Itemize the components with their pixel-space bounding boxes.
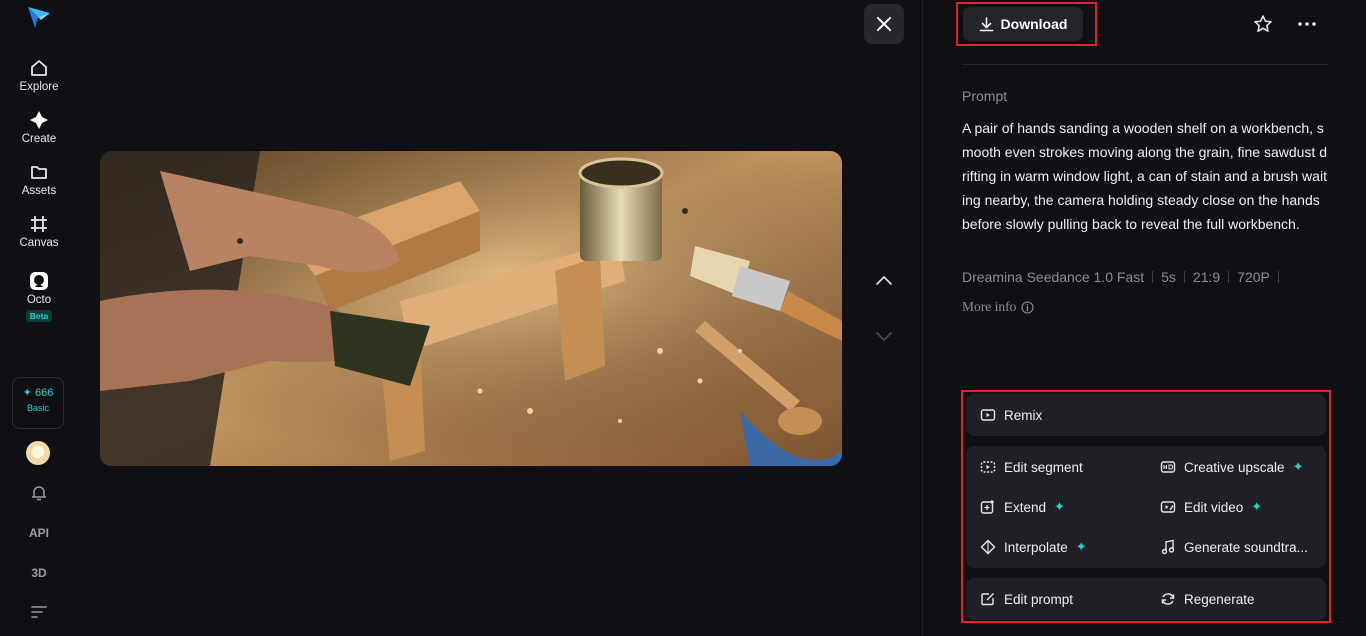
generation-meta: Dreamina Seedance 1.0 Fast 5s 21:9 720P bbox=[962, 269, 1287, 285]
regenerate-icon bbox=[1161, 593, 1175, 605]
credits-badge[interactable]: ✦ 666 Basic bbox=[12, 377, 64, 429]
more-icon bbox=[1298, 22, 1316, 26]
bell-icon[interactable] bbox=[30, 484, 48, 502]
model-name: Dreamina Seedance 1.0 Fast bbox=[962, 269, 1145, 285]
edit-video-button[interactable]: Edit video ✦ bbox=[1160, 499, 1262, 515]
info-icon bbox=[1021, 300, 1034, 314]
preview-image bbox=[100, 151, 842, 466]
more-info-link[interactable]: More info bbox=[962, 299, 1034, 315]
logo-icon[interactable] bbox=[26, 4, 52, 30]
avatar[interactable] bbox=[26, 441, 50, 465]
sidebar-item-label: Octo bbox=[26, 294, 52, 306]
sparkle-icon: ✦ bbox=[1054, 499, 1065, 514]
sidebar-item-octo[interactable]: Octo Beta bbox=[0, 270, 78, 324]
download-label: Download bbox=[1000, 16, 1068, 32]
remix-button[interactable]: Remix bbox=[980, 407, 1042, 423]
meta-separator bbox=[1152, 271, 1154, 283]
more-info-label: More info bbox=[962, 299, 1017, 314]
extend-icon bbox=[980, 500, 994, 514]
close-icon bbox=[877, 17, 891, 31]
duration: 5s bbox=[1161, 269, 1176, 285]
sidebar-item-label: Canvas bbox=[19, 237, 59, 249]
remix-label: Remix bbox=[1004, 407, 1043, 423]
download-icon bbox=[979, 16, 993, 31]
extend-button[interactable]: Extend ✦ bbox=[980, 499, 1065, 515]
sparkle-icon: ✦ bbox=[22, 387, 32, 399]
credits-value: ✦ 666 bbox=[13, 386, 63, 399]
sidebar-item-explore[interactable]: Explore bbox=[0, 57, 78, 93]
sidebar-item-label: Assets bbox=[21, 185, 57, 197]
app-root: Explore Create Assets Canvas Octo Beta ✦… bbox=[0, 0, 1366, 636]
extend-label: Extend bbox=[1004, 499, 1047, 515]
sidebar: Explore Create Assets Canvas Octo Beta ✦… bbox=[0, 0, 78, 636]
upscale-icon bbox=[1160, 461, 1176, 473]
interpolate-button[interactable]: Interpolate ✦ bbox=[980, 539, 1087, 555]
edit-prompt-button[interactable]: Edit prompt bbox=[980, 591, 1073, 607]
regenerate-button[interactable]: Regenerate bbox=[1160, 591, 1255, 607]
credits-count: 666 bbox=[34, 387, 54, 399]
music-icon bbox=[1161, 539, 1175, 555]
resolution: 720P bbox=[1237, 269, 1270, 285]
edit-segment-button[interactable]: Edit segment bbox=[980, 459, 1083, 475]
next-button[interactable] bbox=[868, 321, 900, 353]
chevron-up-icon bbox=[876, 275, 892, 285]
menu-icon[interactable] bbox=[31, 605, 47, 619]
3d-link[interactable]: 3D bbox=[0, 566, 78, 580]
sparkle-icon: ✦ bbox=[1292, 459, 1304, 474]
edit-prompt-icon bbox=[981, 593, 994, 606]
sparkle-icon: ✦ bbox=[1075, 539, 1087, 554]
sidebar-item-canvas[interactable]: Canvas bbox=[0, 213, 78, 249]
edit-segment-label: Edit segment bbox=[1004, 459, 1083, 475]
creative-upscale-button[interactable]: Creative upscale ✦ bbox=[1160, 459, 1303, 475]
folder-icon bbox=[31, 166, 47, 179]
video-preview[interactable] bbox=[100, 151, 842, 466]
favorite-button[interactable] bbox=[1249, 10, 1277, 38]
octo-icon bbox=[30, 272, 48, 290]
sidebar-item-label: Explore bbox=[19, 81, 59, 93]
sidebar-item-create[interactable]: Create bbox=[0, 109, 78, 145]
meta-separator bbox=[1277, 271, 1279, 283]
prompt-text: A pair of hands sanding a wooden shelf o… bbox=[962, 120, 1327, 232]
sparkle-icon: ✦ bbox=[1251, 499, 1263, 514]
beta-badge: Beta bbox=[25, 310, 53, 322]
edit-prompt-label: Edit prompt bbox=[1004, 591, 1074, 607]
download-button[interactable]: Download bbox=[963, 7, 1083, 41]
aspect-ratio: 21:9 bbox=[1192, 269, 1221, 285]
remix-icon bbox=[980, 409, 996, 421]
generate-soundtrack-label: Generate soundtra... bbox=[1184, 539, 1308, 555]
home-icon bbox=[31, 60, 47, 76]
prompt-label: Prompt bbox=[962, 88, 1008, 104]
plan-tier: Basic bbox=[26, 403, 49, 413]
more-options-button[interactable] bbox=[1293, 10, 1321, 38]
close-button[interactable] bbox=[864, 4, 904, 44]
chevron-down-icon bbox=[876, 332, 892, 342]
api-link[interactable]: API bbox=[0, 526, 78, 540]
meta-separator bbox=[1183, 271, 1185, 283]
sparkle-icon bbox=[30, 111, 48, 129]
sidebar-item-assets[interactable]: Assets bbox=[0, 161, 78, 197]
edit-segment-icon bbox=[980, 461, 996, 473]
generate-soundtrack-button[interactable]: Generate soundtra... bbox=[1160, 539, 1308, 555]
header-divider bbox=[962, 64, 1328, 65]
interpolate-icon bbox=[980, 539, 996, 555]
previous-button[interactable] bbox=[868, 264, 900, 296]
edit-video-label: Edit video bbox=[1184, 499, 1244, 515]
canvas-icon bbox=[31, 216, 47, 232]
star-icon bbox=[1254, 15, 1272, 32]
sidebar-item-label: Create bbox=[21, 133, 57, 145]
regenerate-label: Regenerate bbox=[1184, 591, 1255, 607]
edit-video-icon bbox=[1160, 501, 1176, 513]
panel-divider bbox=[922, 0, 923, 636]
interpolate-label: Interpolate bbox=[1004, 539, 1068, 555]
creative-upscale-label: Creative upscale bbox=[1184, 459, 1285, 475]
meta-separator bbox=[1228, 271, 1230, 283]
